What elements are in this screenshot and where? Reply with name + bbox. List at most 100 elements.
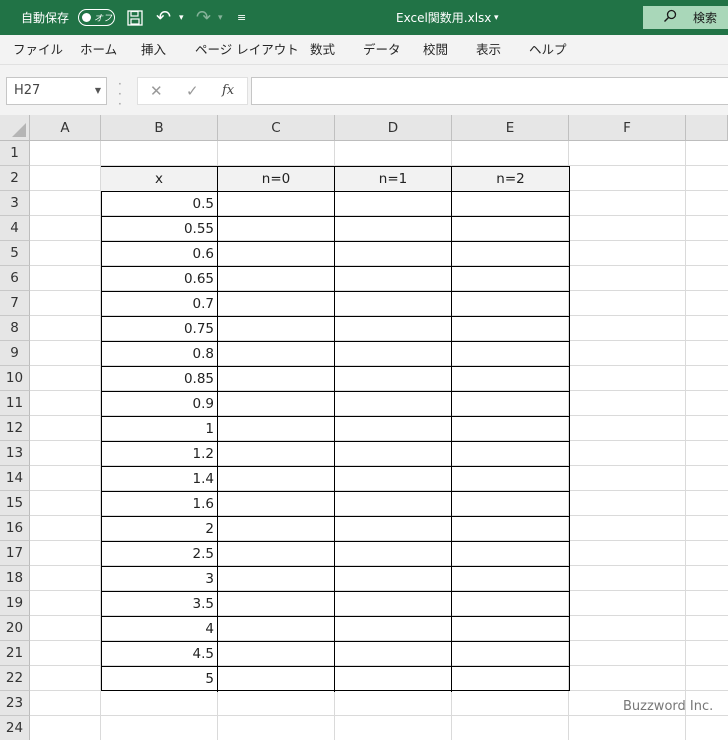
empty-cell[interactable] <box>335 217 452 242</box>
empty-cell[interactable] <box>335 192 452 217</box>
empty-cell[interactable] <box>218 242 335 267</box>
empty-cell[interactable] <box>335 342 452 367</box>
tab-formulas[interactable]: 数式 <box>310 35 335 65</box>
empty-cell[interactable] <box>335 392 452 417</box>
empty-cell[interactable] <box>452 217 569 242</box>
table-header-cell[interactable]: n=1 <box>335 167 452 192</box>
x-value-cell[interactable]: 0.6 <box>101 242 218 267</box>
tab-insert[interactable]: 挿入 <box>141 35 166 65</box>
empty-cell[interactable] <box>335 242 452 267</box>
row-header-22[interactable]: 22 <box>0 666 30 691</box>
empty-cell[interactable] <box>335 517 452 542</box>
empty-cell[interactable] <box>218 617 335 642</box>
empty-cell[interactable] <box>218 267 335 292</box>
empty-cell[interactable] <box>218 217 335 242</box>
row-header-8[interactable]: 8 <box>0 316 30 341</box>
row-header-17[interactable]: 17 <box>0 541 30 566</box>
row-header-6[interactable]: 6 <box>0 266 30 291</box>
empty-cell[interactable] <box>335 592 452 617</box>
empty-cell[interactable] <box>218 517 335 542</box>
empty-cell[interactable] <box>218 442 335 467</box>
x-value-cell[interactable]: 4 <box>101 617 218 642</box>
empty-cell[interactable] <box>452 367 569 392</box>
row-header-13[interactable]: 13 <box>0 441 30 466</box>
x-value-cell[interactable]: 2.5 <box>101 542 218 567</box>
x-value-cell[interactable]: 0.85 <box>101 367 218 392</box>
name-box-dropdown-icon[interactable]: ▼ <box>95 78 101 104</box>
empty-cell[interactable] <box>335 267 452 292</box>
tab-file[interactable]: ファイル <box>13 35 63 65</box>
tab-help[interactable]: ヘルプ <box>529 35 567 65</box>
empty-cell[interactable] <box>452 467 569 492</box>
row-header-24[interactable]: 24 <box>0 716 30 740</box>
row-header-7[interactable]: 7 <box>0 291 30 316</box>
x-value-cell[interactable]: 3 <box>101 567 218 592</box>
empty-cell[interactable] <box>335 617 452 642</box>
worksheet-grid[interactable]: ABCDEF 1 2 3 4 5 6 7 8 9 10 11 12 13 14 15 16 17 18 19 20 21… <box>0 115 728 740</box>
empty-cell[interactable] <box>218 642 335 667</box>
x-value-cell[interactable]: 0.65 <box>101 267 218 292</box>
empty-cell[interactable] <box>452 342 569 367</box>
row-header-3[interactable]: 3 <box>0 191 30 216</box>
empty-cell[interactable] <box>452 417 569 442</box>
redo-dropdown-icon[interactable]: ▾ <box>218 0 223 35</box>
row-header-23[interactable]: 23 <box>0 691 30 716</box>
empty-cell[interactable] <box>218 467 335 492</box>
empty-cell[interactable] <box>452 642 569 667</box>
empty-cell[interactable] <box>452 442 569 467</box>
x-value-cell[interactable]: 0.7 <box>101 292 218 317</box>
row-header-14[interactable]: 14 <box>0 466 30 491</box>
formula-bar-grip-icon[interactable]: · · · <box>118 78 122 110</box>
document-title[interactable]: Excel関数用.xlsx <box>396 0 491 35</box>
table-header-cell[interactable]: n=0 <box>218 167 335 192</box>
column-header-a[interactable]: A <box>30 115 101 141</box>
autosave-toggle[interactable]: オフ <box>78 9 115 26</box>
empty-cell[interactable] <box>452 317 569 342</box>
empty-cell[interactable] <box>335 367 452 392</box>
redo-icon[interactable]: ↷ <box>196 0 211 35</box>
column-header-f[interactable]: F <box>569 115 686 141</box>
empty-cell[interactable] <box>452 667 569 692</box>
empty-cell[interactable] <box>452 392 569 417</box>
tab-view[interactable]: 表示 <box>476 35 501 65</box>
empty-cell[interactable] <box>335 492 452 517</box>
tab-review[interactable]: 校閲 <box>423 35 448 65</box>
row-header-19[interactable]: 19 <box>0 591 30 616</box>
empty-cell[interactable] <box>452 617 569 642</box>
x-value-cell[interactable]: 2 <box>101 517 218 542</box>
empty-cell[interactable] <box>218 292 335 317</box>
empty-cell[interactable] <box>218 542 335 567</box>
x-value-cell[interactable]: 0.75 <box>101 317 218 342</box>
empty-cell[interactable] <box>218 417 335 442</box>
row-header-21[interactable]: 21 <box>0 641 30 666</box>
empty-cell[interactable] <box>218 192 335 217</box>
cancel-icon[interactable]: ✕ <box>150 78 163 104</box>
row-header-2[interactable]: 2 <box>0 166 30 191</box>
search-box[interactable]: 検索 <box>643 6 728 29</box>
row-header-1[interactable]: 1 <box>0 141 30 166</box>
empty-cell[interactable] <box>452 592 569 617</box>
tab-home[interactable]: ホーム <box>80 35 117 65</box>
document-title-dropdown-icon[interactable]: ▾ <box>494 0 499 35</box>
column-header-c[interactable]: C <box>218 115 335 141</box>
formula-input[interactable] <box>251 77 728 105</box>
insert-function-icon[interactable]: fx <box>222 78 234 104</box>
row-header-12[interactable]: 12 <box>0 416 30 441</box>
column-header-b[interactable]: B <box>101 115 218 141</box>
empty-cell[interactable] <box>335 667 452 692</box>
empty-cell[interactable] <box>218 567 335 592</box>
column-header-d[interactable]: D <box>335 115 452 141</box>
x-value-cell[interactable]: 0.5 <box>101 192 218 217</box>
name-box[interactable]: H27 ▼ <box>6 77 107 105</box>
column-header-partial[interactable] <box>686 115 728 141</box>
empty-cell[interactable] <box>452 567 569 592</box>
empty-cell[interactable] <box>452 192 569 217</box>
empty-cell[interactable] <box>218 367 335 392</box>
empty-cell[interactable] <box>452 292 569 317</box>
enter-icon[interactable]: ✓ <box>186 78 199 104</box>
x-value-cell[interactable]: 1 <box>101 417 218 442</box>
save-icon[interactable] <box>127 0 143 35</box>
empty-cell[interactable] <box>218 392 335 417</box>
empty-cell[interactable] <box>335 442 452 467</box>
empty-cell[interactable] <box>335 642 452 667</box>
